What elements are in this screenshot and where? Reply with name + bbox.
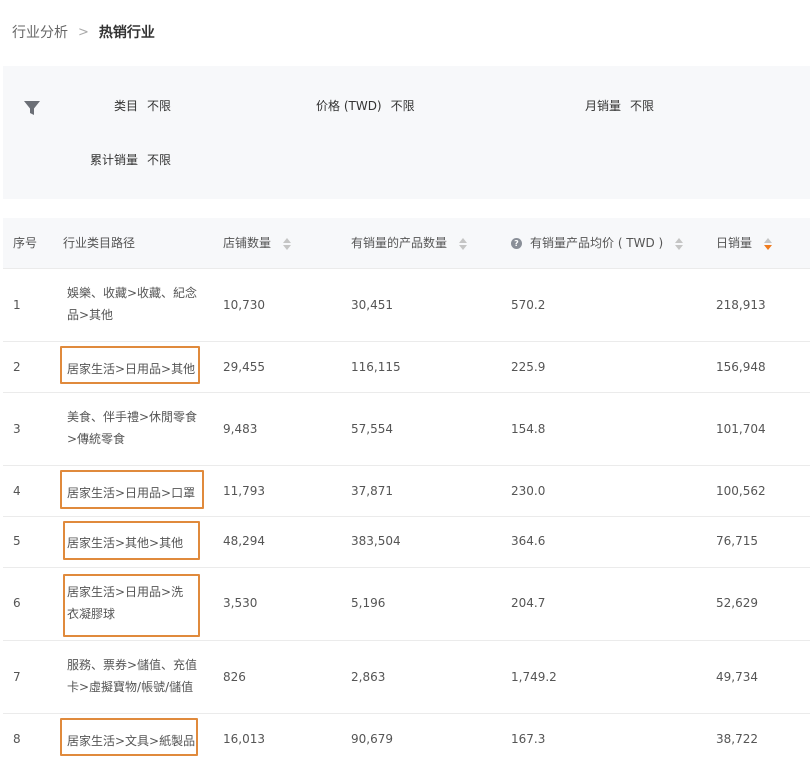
header-avg-price-label: 有销量产品均价 ( TWD ): [530, 236, 664, 250]
cell-products: 116,115: [351, 360, 401, 374]
table-row[interactable]: 7 服務、票券>儲值、充值卡>虛擬寶物/帳號/儲值 826 2,863 1,74…: [3, 641, 810, 714]
table-row[interactable]: 1 娛樂、收藏>收藏、紀念品>其他 10,730 30,451 570.2 21…: [3, 269, 810, 342]
cell-avg-price: 1,749.2: [511, 670, 557, 684]
header-stores-label: 店铺数量: [223, 236, 272, 250]
cell-products: 383,504: [351, 534, 401, 548]
table-row[interactable]: 2 居家生活>日用品>其他 29,455 116,115 225.9 156,9…: [3, 342, 810, 393]
cell-path: 居家生活>日用品>洗衣凝膠球: [67, 585, 184, 621]
filter-cumulative-sales-value[interactable]: 不限: [147, 153, 171, 167]
cell-avg-price: 154.8: [511, 422, 546, 436]
cell-avg-price: 570.2: [511, 298, 546, 312]
filter-panel: 类目 不限 价格 (TWD) 不限 月销量 不限 累计销量 不限: [3, 66, 810, 199]
cell-stores: 48,294: [223, 534, 265, 548]
cell-avg-price: 225.9: [511, 360, 546, 374]
chevron-right-icon: >: [78, 24, 89, 40]
filter-cumulative-sales[interactable]: 累计销量 不限: [90, 151, 171, 168]
cell-daily-sales: 218,913: [716, 298, 766, 312]
filter-monthly-sales-label: 月销量: [585, 99, 622, 113]
cell-daily-sales: 52,629: [716, 596, 758, 610]
cell-daily-sales: 101,704: [716, 422, 766, 436]
header-avg-price[interactable]: ? 有销量产品均价 ( TWD ): [511, 218, 684, 268]
breadcrumb-current: 热销行业: [98, 25, 155, 41]
cell-stores: 3,530: [223, 596, 258, 610]
table-row[interactable]: 4 居家生活>日用品>口罩 11,793 37,871 230.0 100,56…: [3, 466, 810, 517]
cell-rank: 4: [13, 484, 21, 498]
cell-path: 居家生活>日用品>口罩: [67, 486, 196, 500]
cell-daily-sales: 156,948: [716, 360, 766, 374]
header-products[interactable]: 有销量的产品数量: [351, 218, 467, 268]
header-path: 行业类目路径: [63, 236, 136, 250]
cell-avg-price: 167.3: [511, 732, 546, 746]
sort-icon[interactable]: [458, 237, 467, 250]
breadcrumb-parent-link[interactable]: 行业分析: [12, 22, 68, 42]
cell-products: 90,679: [351, 732, 393, 746]
sort-icon[interactable]: [675, 237, 684, 250]
header-daily-sales-label: 日销量: [716, 236, 753, 250]
table-row[interactable]: 5 居家生活>其他>其他 48,294 383,504 364.6 76,715: [3, 517, 810, 568]
cell-path: 美食、伴手禮>休閒零食>傳統零食: [67, 410, 198, 446]
cell-path: 居家生活>日用品>其他: [67, 362, 196, 376]
sort-desc-active-icon[interactable]: [763, 237, 772, 250]
cell-daily-sales: 38,722: [716, 732, 758, 746]
filter-category[interactable]: 类目 不限: [114, 97, 171, 114]
table-row[interactable]: 8 居家生活>文具>紙製品 16,013 90,679 167.3 38,722: [3, 714, 810, 764]
table-header: 序号 行业类目路径 店铺数量 有销量的产品数量 ? 有销量产品均价 ( TWD )…: [3, 218, 810, 269]
filter-monthly-sales-value[interactable]: 不限: [630, 99, 654, 113]
cell-avg-price: 230.0: [511, 484, 546, 498]
table-row[interactable]: 3 美食、伴手禮>休閒零食>傳統零食 9,483 57,554 154.8 10…: [3, 393, 810, 466]
cell-products: 57,554: [351, 422, 393, 436]
cell-rank: 5: [13, 534, 21, 548]
cell-products: 5,196: [351, 596, 386, 610]
cell-products: 30,451: [351, 298, 393, 312]
cell-products: 37,871: [351, 484, 393, 498]
cell-rank: 1: [13, 298, 21, 312]
header-daily-sales[interactable]: 日销量: [716, 218, 772, 268]
breadcrumb: 行业分析 > 热销行业: [12, 22, 155, 42]
cell-products: 2,863: [351, 670, 386, 684]
filter-category-value[interactable]: 不限: [147, 99, 171, 113]
filter-monthly-sales[interactable]: 月销量 不限: [585, 97, 654, 114]
cell-rank: 2: [13, 360, 21, 374]
header-stores[interactable]: 店铺数量: [223, 218, 291, 268]
header-products-label: 有销量的产品数量: [351, 236, 448, 250]
cell-path: 服務、票券>儲值、充值卡>虛擬寶物/帳號/儲值: [67, 658, 198, 694]
cell-daily-sales: 100,562: [716, 484, 766, 498]
filter-category-label: 类目: [114, 99, 139, 113]
cell-stores: 16,013: [223, 732, 265, 746]
cell-daily-sales: 49,734: [716, 670, 758, 684]
hot-industry-table: 序号 行业类目路径 店铺数量 有销量的产品数量 ? 有销量产品均价 ( TWD )…: [3, 218, 810, 764]
filter-cumulative-sales-label: 累计销量: [90, 153, 139, 167]
cell-rank: 8: [13, 732, 21, 746]
cell-avg-price: 204.7: [511, 596, 546, 610]
table-row[interactable]: 6 居家生活>日用品>洗衣凝膠球 3,530 5,196 204.7 52,62…: [3, 568, 810, 641]
filter-price[interactable]: 价格 (TWD) 不限: [316, 97, 415, 114]
cell-path: 居家生活>文具>紙製品: [67, 734, 196, 748]
header-rank: 序号: [13, 236, 38, 250]
cell-avg-price: 364.6: [511, 534, 546, 548]
sort-icon[interactable]: [282, 237, 291, 250]
cell-stores: 11,793: [223, 484, 265, 498]
cell-rank: 7: [13, 670, 21, 684]
cell-stores: 10,730: [223, 298, 265, 312]
help-circle-icon[interactable]: ?: [511, 238, 522, 249]
cell-rank: 6: [13, 596, 21, 610]
filter-price-label: 价格 (TWD): [316, 99, 382, 113]
filter-funnel-icon[interactable]: [23, 99, 41, 117]
cell-stores: 9,483: [223, 422, 258, 436]
cell-stores: 826: [223, 670, 246, 684]
cell-stores: 29,455: [223, 360, 265, 374]
cell-path: 娛樂、收藏>收藏、紀念品>其他: [67, 286, 198, 322]
cell-daily-sales: 76,715: [716, 534, 758, 548]
cell-path: 居家生活>其他>其他: [67, 536, 184, 550]
filter-price-value[interactable]: 不限: [391, 99, 415, 113]
cell-rank: 3: [13, 422, 21, 436]
